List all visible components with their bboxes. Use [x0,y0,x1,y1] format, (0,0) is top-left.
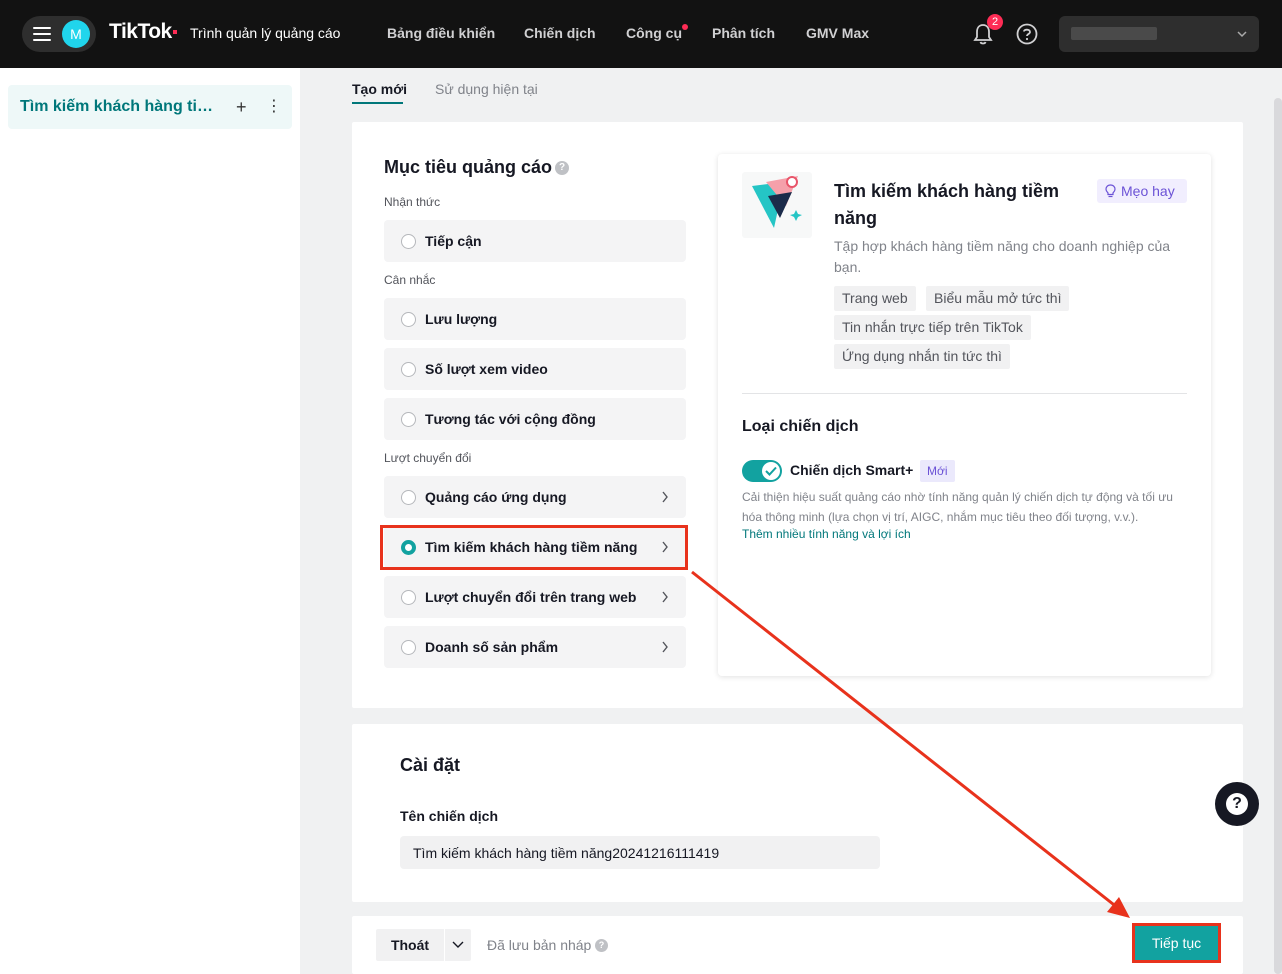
logo-subtitle: Trình quản lý quảng cáo [190,25,341,41]
radio-button[interactable] [401,640,416,655]
radio-button[interactable] [401,412,416,427]
radio-button[interactable] [401,590,416,605]
floating-help-button[interactable]: ? [1215,782,1259,826]
question-icon[interactable]: ? [555,161,569,175]
group-conversion: Lượt chuyển đổi [384,451,472,465]
sidebar-item-campaign[interactable]: Tìm kiếm khách hàng tiềm năng + ⋮ [8,85,292,129]
option-label: Số lượt xem video [425,361,548,377]
question-icon[interactable]: ? [595,939,608,952]
tab-use-existing[interactable]: Sử dụng hiện tại [435,81,538,97]
account-selector[interactable] [1059,16,1259,52]
menu-account-switcher[interactable]: M [22,16,96,52]
smart-plus-toggle[interactable] [742,460,782,482]
chip-instant-form: Biểu mẫu mở tức thì [926,286,1070,311]
radio-button[interactable] [401,234,416,249]
settings-title: Cài đặt [400,755,461,775]
chip-instant-messaging-app: Ứng dụng nhắn tin tức thì [834,344,1010,369]
lightbulb-icon [1105,184,1116,198]
campaign-type-title: Loại chiến dịch [742,418,859,435]
chip-website: Trang web [834,286,916,311]
tab-active-indicator [352,102,403,104]
tiktok-logo[interactable]: TikTok [109,20,177,44]
sidebar-item-label: Tìm kiếm khách hàng tiềm năng [20,98,220,115]
smart-plus-description: Cải thiện hiệu suất quảng cáo nhờ tính n… [742,490,1173,524]
notification-badge: 2 [987,14,1003,30]
nav-campaigns[interactable]: Chiến dịch [524,25,596,41]
annotation-highlight-box [380,525,688,570]
plus-icon[interactable]: + [236,98,247,116]
chevron-right-icon [662,641,668,653]
radio-button[interactable] [401,312,416,327]
top-navigation-bar: M TikTok Trình quản lý quảng cáo Bảng đi… [0,0,1282,68]
question-mark-icon: ? [1226,793,1248,815]
detail-title: Tìm kiếm khách hàng tiềm năng [834,181,1060,228]
option-label: Tương tác với cộng đồng [425,411,596,427]
option-traffic[interactable]: Lưu lượng [384,298,686,340]
tips-label: Mẹo hay [1121,183,1175,199]
detail-description: Tập hợp khách hàng tiềm năng cho doanh n… [834,238,1171,275]
nav-dashboard[interactable]: Bảng điều khiển [387,25,495,41]
new-dot-icon [682,24,688,30]
more-features-link[interactable]: Thêm nhiều tính năng và lợi ích [742,527,911,541]
option-label: Doanh số sản phẩm [425,639,559,655]
radio-button[interactable] [401,490,416,505]
chevron-down-icon [452,941,464,948]
option-app-promotion[interactable]: Quảng cáo ứng dụng [384,476,686,518]
smart-plus-label: Chiến dịch Smart+ [790,462,914,478]
chip-tiktok-direct-message: Tin nhắn trực tiếp trên TikTok [834,315,1031,340]
exit-button[interactable]: Thoát [376,929,444,961]
option-product-sales[interactable]: Doanh số sản phẩm [384,626,686,668]
funnel-illustration-icon [742,172,812,238]
option-community[interactable]: Tương tác với cộng đồng [384,398,686,440]
more-vertical-icon[interactable]: ⋮ [266,98,282,116]
new-badge: Mới [920,460,955,482]
option-label: Tiếp cận [425,233,482,249]
option-label: Quảng cáo ứng dụng [425,489,567,505]
scrollbar[interactable] [1274,98,1282,974]
footer-bar [352,916,1243,974]
chevron-down-icon [1237,31,1247,38]
draft-saved-status: Đã lưu bản nháp [487,937,592,953]
continue-button[interactable]: Tiếp tục [1135,926,1218,960]
campaign-name-input[interactable] [400,836,880,869]
campaign-sidebar [0,68,300,974]
account-name-redacted [1071,27,1157,40]
option-reach[interactable]: Tiếp cận [384,220,686,262]
avatar[interactable]: M [62,20,90,48]
nav-tools[interactable]: Công cụ [626,25,682,41]
campaign-name-label: Tên chiến dịch [400,808,499,824]
option-video-views[interactable]: Số lượt xem video [384,348,686,390]
option-label: Lượt chuyển đổi trên trang web [425,589,637,605]
objective-title: Mục tiêu quảng cáo [384,157,553,177]
check-icon [765,466,777,476]
exit-dropdown-button[interactable] [445,929,471,961]
tips-button[interactable]: Mẹo hay [1097,179,1187,203]
divider [742,393,1187,394]
chevron-right-icon [662,491,668,503]
chevron-right-icon [662,591,668,603]
option-label: Lưu lượng [425,311,498,327]
tab-create-new[interactable]: Tạo mới [352,81,407,97]
group-awareness: Nhận thức [384,195,441,209]
help-icon[interactable] [1016,23,1038,45]
option-website-conversions[interactable]: Lượt chuyển đổi trên trang web [384,576,686,618]
nav-analytics[interactable]: Phân tích [712,25,775,41]
hamburger-icon[interactable] [33,27,51,41]
group-consideration: Cân nhắc [384,273,436,287]
nav-gmv-max[interactable]: GMV Max [806,25,869,41]
radio-button[interactable] [401,362,416,377]
